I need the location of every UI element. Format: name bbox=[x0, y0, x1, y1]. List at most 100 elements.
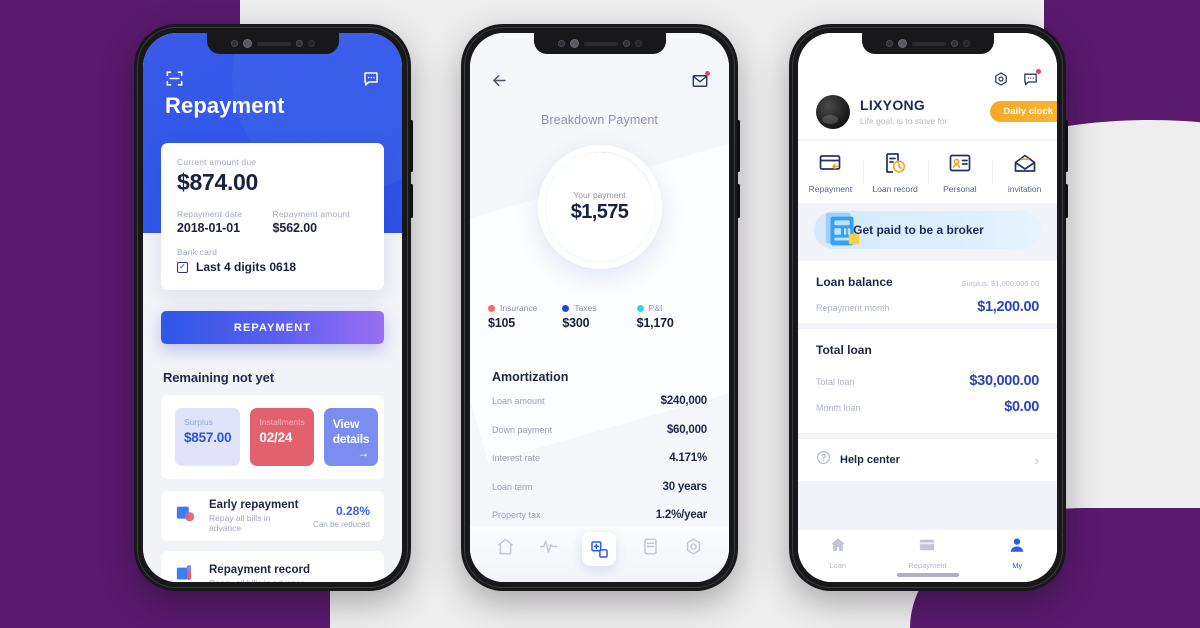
legend-pi-top: P&I bbox=[636, 303, 711, 313]
nav-item-repayment[interactable]: Repayment bbox=[908, 536, 947, 570]
camera-icon bbox=[885, 40, 893, 47]
amortization-table: Loan amount $240,000 Down payment $60,000 In… bbox=[492, 395, 707, 538]
tile-view-details-line1: View bbox=[332, 417, 360, 431]
scan-icon[interactable] bbox=[165, 69, 184, 93]
sensor-icon bbox=[242, 39, 252, 48]
camera-icon-2 bbox=[295, 40, 303, 47]
help-center-row[interactable]: Help center › bbox=[816, 439, 1039, 481]
help-center-block[interactable]: Help center › bbox=[798, 439, 1057, 481]
arrow-left-icon[interactable] bbox=[490, 71, 509, 95]
tile-installments[interactable]: Installments 02/24 bbox=[250, 408, 314, 466]
chevron-right-icon: › bbox=[1034, 452, 1039, 468]
tile-surplus[interactable]: Surplus $857.00 bbox=[175, 408, 241, 466]
camera-icon-3 bbox=[962, 40, 970, 47]
repayment-button[interactable]: REPAYMENT bbox=[161, 311, 384, 344]
screenshot-stage: Repayment Current amount due $874.00 Rep… bbox=[0, 0, 1200, 628]
nav-item-my[interactable]: My bbox=[1008, 536, 1026, 570]
phone3-side-button-2[interactable] bbox=[1065, 184, 1068, 218]
phone3-side-button[interactable] bbox=[1065, 120, 1068, 172]
camera-icon-3 bbox=[634, 40, 642, 47]
amortization-key: Loan term bbox=[492, 481, 533, 492]
bank-card-field[interactable]: Bank card ✓ Last 4 digits 0618 bbox=[177, 247, 368, 274]
broker-banner[interactable]: Get paid to be a broker bbox=[814, 211, 1041, 249]
settings-icon[interactable] bbox=[684, 537, 703, 561]
nav-item-loan[interactable]: Loan bbox=[829, 536, 847, 570]
amortization-value: 30 years bbox=[662, 480, 708, 493]
phone3-notch bbox=[861, 33, 994, 54]
help-circle-icon bbox=[816, 450, 831, 470]
repayment-amount-field: Repayment amount $562.00 bbox=[273, 209, 369, 235]
phone3-top-icons bbox=[993, 69, 1041, 93]
donut-legend: Insurance $105 Taxes $300 P&I $1,170 bbox=[488, 303, 711, 330]
activity-icon[interactable] bbox=[539, 537, 558, 561]
quick-action-loan-record[interactable]: Loan record bbox=[862, 151, 928, 194]
repayment-amount-label: Repayment amount bbox=[272, 209, 350, 219]
phone2-side-button-2[interactable] bbox=[737, 184, 740, 218]
home-icon[interactable] bbox=[496, 537, 515, 561]
help-center-label: Help center bbox=[840, 454, 900, 466]
user-motto: Life goal, is to strive for bbox=[860, 116, 948, 126]
speaker-grille bbox=[256, 41, 291, 46]
legend-item-pi: P&I $1,170 bbox=[636, 303, 711, 330]
repayment-record-text: Repayment record Repay all bills in adva… bbox=[209, 564, 370, 582]
avatar[interactable] bbox=[816, 95, 850, 129]
legend-label-taxes: Taxes bbox=[574, 303, 597, 313]
notification-dot bbox=[1036, 69, 1041, 74]
legend-item-insurance: Insurance $105 bbox=[488, 303, 562, 330]
amortization-value: 1.2%/year bbox=[655, 509, 707, 521]
donut-center-value: $1,575 bbox=[570, 201, 629, 223]
phone-mockup-repayment: Repayment Current amount due $874.00 Rep… bbox=[134, 24, 413, 591]
total-loan-value: $30,000.00 bbox=[969, 373, 1039, 389]
legend-insurance-top: Insurance bbox=[488, 303, 562, 313]
speaker-grille bbox=[911, 41, 946, 46]
phone-side-button[interactable] bbox=[410, 120, 413, 172]
month-loan-value: $0.00 bbox=[1004, 399, 1039, 415]
table-row: Down payment $60,000 bbox=[492, 424, 707, 453]
phone2-side-button[interactable] bbox=[737, 120, 740, 172]
user-name: LIXYONG bbox=[860, 97, 926, 113]
loan-balance-title: Loan balance bbox=[816, 275, 893, 289]
tile-surplus-value: $857.00 bbox=[184, 430, 232, 445]
legend-label-pi: P&I bbox=[648, 303, 663, 313]
phone2-screen: Breakdown Payment Your payment $1,575 In… bbox=[470, 33, 729, 582]
mail-icon[interactable] bbox=[691, 70, 710, 95]
loan-balance-block: Loan balance Surplus: $1,000,000.00 Repa… bbox=[798, 261, 1057, 323]
nav-item-repayment-label: Repayment bbox=[908, 561, 947, 570]
amortization-value: $240,000 bbox=[660, 395, 708, 407]
apps-add-icon[interactable] bbox=[582, 532, 617, 566]
camera-icon bbox=[230, 40, 238, 47]
camera-icon bbox=[557, 40, 565, 47]
legend-dot-insurance bbox=[488, 304, 495, 312]
document-icon[interactable] bbox=[641, 537, 660, 561]
sensor-icon bbox=[569, 39, 579, 48]
daily-clock-badge[interactable]: Daily clock bbox=[990, 101, 1057, 122]
list-item-repayment-record[interactable]: Repayment record Repay all bills in adva… bbox=[161, 551, 384, 582]
tile-view-details[interactable]: View details → bbox=[323, 408, 379, 466]
chat-bubble-icon[interactable] bbox=[362, 70, 380, 93]
table-row: Loan amount $240,000 bbox=[492, 395, 707, 424]
bank-card-label: Bank card bbox=[177, 247, 218, 257]
amortization-key: Property tax bbox=[492, 510, 541, 520]
phone2-top-bar bbox=[490, 70, 710, 95]
total-loan-row: Total loan $30,000.00 bbox=[816, 373, 1039, 389]
repayment-record-subtitle: Repay all bills in advance bbox=[209, 578, 370, 582]
chat-bubble-icon[interactable] bbox=[1022, 69, 1041, 93]
scan-eye-icon[interactable] bbox=[993, 71, 1009, 93]
total-loan-label: Total loan bbox=[816, 377, 855, 387]
card-detail-grid: Repayment date 2018-01-01 Repayment amou… bbox=[177, 209, 368, 235]
phone-side-button-2[interactable] bbox=[410, 184, 413, 218]
quick-action-personal[interactable]: Personal bbox=[927, 151, 993, 194]
payment-donut-chart: Your payment $1,575 bbox=[537, 145, 662, 269]
list-item-early-repayment[interactable]: Early repayment Repay all bills in advan… bbox=[161, 491, 384, 541]
quick-action-invitation[interactable]: invitation bbox=[992, 151, 1057, 194]
repayment-month-row: Repayment month $1,200.00 bbox=[816, 299, 1039, 315]
repayment-month-value: $1,200.00 bbox=[977, 299, 1039, 315]
phone3-screen: LIXYONG Life goal, is to strive for Dail… bbox=[798, 33, 1057, 582]
quick-action-loan-record-label: Loan record bbox=[872, 183, 918, 194]
bank-card-row[interactable]: ✓ Last 4 digits 0618 bbox=[177, 260, 368, 274]
checkbox-checked-icon[interactable]: ✓ bbox=[177, 261, 188, 273]
early-repayment-rate: 0.28% bbox=[335, 503, 370, 518]
amortization-key: Interest rate bbox=[492, 453, 541, 463]
repayment-month-label: Repayment month bbox=[816, 303, 890, 313]
quick-action-repayment[interactable]: Repayment bbox=[798, 151, 863, 194]
